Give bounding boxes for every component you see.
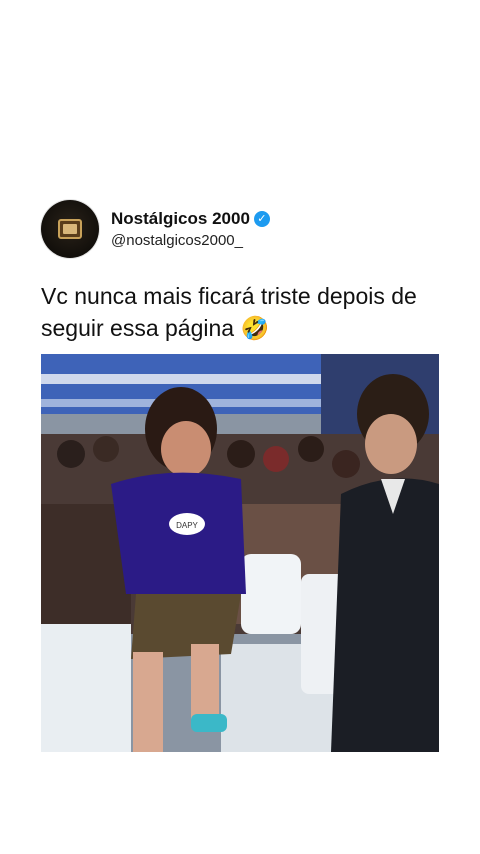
post-caption: Vc nunca mais ficará triste depois de se… [41, 283, 417, 341]
post-header: Nostálgicos 2000 ✓ @nostalgicos2000_ [41, 200, 270, 258]
post-card: Nostálgicos 2000 ✓ @nostalgicos2000_ Vc … [0, 0, 480, 854]
retro-tv-icon [58, 219, 82, 239]
author-handle[interactable]: @nostalgicos2000_ [111, 232, 270, 249]
video-frame-image: DAPY [41, 354, 439, 752]
name-tag-text: DAPY [176, 521, 198, 530]
display-name-row: Nostálgicos 2000 ✓ [111, 209, 270, 229]
avatar[interactable] [41, 200, 99, 258]
display-name[interactable]: Nostálgicos 2000 [111, 209, 250, 229]
post-media[interactable]: DAPY [41, 354, 439, 752]
author-info: Nostálgicos 2000 ✓ @nostalgicos2000_ [111, 209, 270, 249]
verified-badge-icon: ✓ [253, 211, 270, 227]
